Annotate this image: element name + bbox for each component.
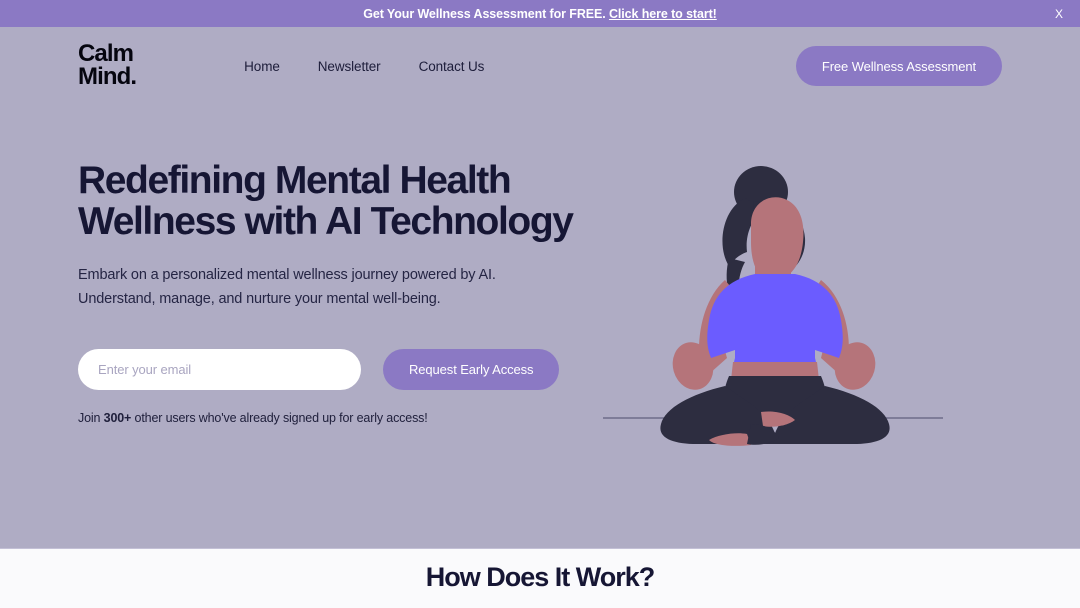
how-it-works-section: How Does It Work? — [0, 549, 1080, 607]
hero-section: Calm Mind. Home Newsletter Contact Us Fr… — [0, 27, 1080, 549]
social-proof-prefix: Join — [78, 411, 104, 425]
nav-item-contact-us[interactable]: Contact Us — [419, 59, 485, 74]
nav-item-newsletter[interactable]: Newsletter — [318, 59, 381, 74]
request-early-access-button[interactable]: Request Early Access — [383, 349, 560, 390]
announcement-text: Get Your Wellness Assessment for FREE. C… — [363, 6, 717, 21]
free-wellness-assessment-button[interactable]: Free Wellness Assessment — [795, 46, 1002, 86]
site-header: Calm Mind. Home Newsletter Contact Us Fr… — [0, 27, 1080, 103]
hero-copy: Redefining Mental Health Wellness with A… — [78, 159, 578, 311]
social-proof-suffix: other users who've already signed up for… — [131, 411, 428, 425]
landing-page: Get Your Wellness Assessment for FREE. C… — [0, 0, 1080, 608]
hero-title: Redefining Mental Health Wellness with A… — [78, 159, 574, 243]
close-icon[interactable]: X — [1050, 5, 1068, 23]
how-it-works-title: How Does It Work? — [425, 562, 656, 592]
social-proof-count: 300+ — [103, 411, 132, 425]
announcement-message: Get Your Wellness Assessment for FREE. — [363, 6, 606, 21]
hero-subtitle: Embark on a personalized mental wellness… — [78, 267, 496, 307]
early-access-form: Request Early Access — [78, 349, 560, 390]
announcement-banner: Get Your Wellness Assessment for FREE. C… — [0, 0, 1080, 27]
main-nav: Home Newsletter Contact Us — [244, 59, 484, 74]
announcement-link[interactable]: Click here to start! — [609, 7, 717, 21]
nav-item-home[interactable]: Home — [244, 59, 280, 74]
meditating-woman-illustration — [595, 162, 955, 447]
logo[interactable]: Calm Mind. — [78, 41, 137, 88]
email-input[interactable] — [78, 349, 361, 390]
social-proof-text: Join 300+ other users who've already sig… — [78, 411, 428, 425]
